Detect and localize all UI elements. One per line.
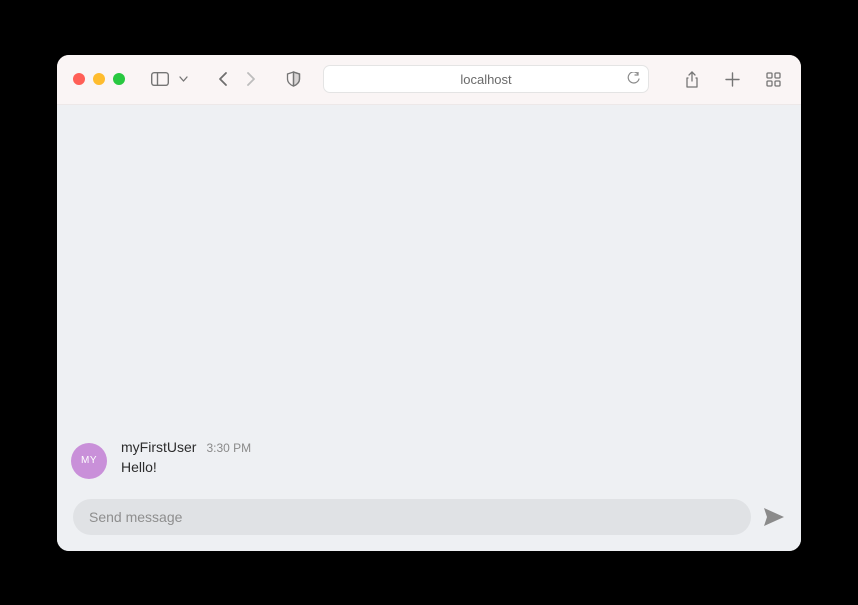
maximize-window-button[interactable]	[113, 73, 125, 85]
share-icon[interactable]	[681, 67, 703, 92]
forward-button[interactable]	[242, 67, 260, 91]
address-text: localhost	[460, 72, 511, 87]
reload-icon[interactable]	[627, 72, 640, 86]
message-timestamp: 3:30 PM	[206, 441, 251, 455]
window-controls	[73, 73, 125, 85]
message-text: Hello!	[121, 459, 787, 475]
message-username: myFirstUser	[121, 439, 196, 455]
new-tab-icon[interactable]	[721, 68, 744, 91]
shield-icon[interactable]	[282, 67, 305, 91]
message-composer	[57, 493, 801, 551]
send-button[interactable]	[763, 507, 785, 527]
browser-window: localhost	[57, 55, 801, 551]
avatar: MY	[71, 443, 107, 479]
chat-content: MY myFirstUser 3:30 PM Hello!	[57, 105, 801, 493]
minimize-window-button[interactable]	[93, 73, 105, 85]
address-bar[interactable]: localhost	[323, 65, 649, 93]
close-window-button[interactable]	[73, 73, 85, 85]
sidebar-toggle-icon[interactable]	[147, 68, 173, 90]
tab-overview-icon[interactable]	[762, 68, 785, 91]
message-row: MY myFirstUser 3:30 PM Hello!	[57, 433, 801, 493]
chevron-down-icon[interactable]	[175, 72, 192, 86]
message-input[interactable]	[73, 499, 751, 535]
browser-titlebar: localhost	[57, 55, 801, 105]
back-button[interactable]	[214, 67, 232, 91]
